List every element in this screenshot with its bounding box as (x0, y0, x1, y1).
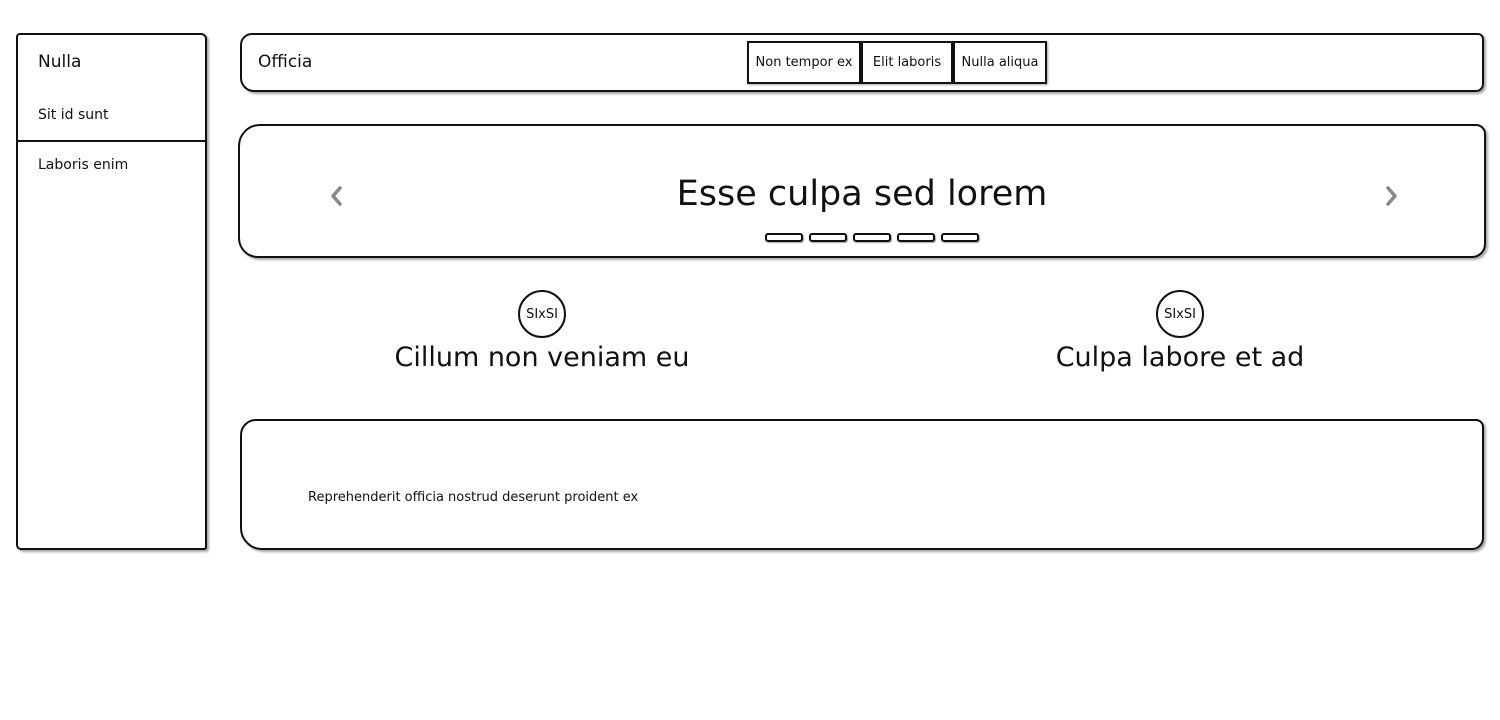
feature-title: Cillum non veniam eu (394, 342, 690, 373)
nav-button-non-tempor-ex[interactable]: Non tempor ex (747, 41, 861, 84)
carousel-indicator-5[interactable] (941, 233, 979, 242)
avatar-placeholder: SIxSI (518, 290, 566, 338)
carousel-title: Esse culpa sed lorem (676, 174, 1048, 214)
carousel-indicator-2[interactable] (809, 233, 847, 242)
nav-button-elit-laboris[interactable]: Elit laboris (861, 41, 953, 84)
feature-title: Culpa labore et ad (1055, 342, 1305, 373)
chevron-right-icon[interactable] (1378, 181, 1404, 211)
panel-text: Reprehenderit officia nostrud deserunt p… (308, 490, 639, 505)
carousel-indicator-1[interactable] (765, 233, 803, 242)
sidebar-item-sit-id-sunt[interactable]: Sit id sunt (38, 107, 108, 123)
text-panel: Reprehenderit officia nostrud deserunt p… (240, 419, 1484, 550)
carousel-indicator-4[interactable] (897, 233, 935, 242)
carousel-indicator-3[interactable] (853, 233, 891, 242)
feature-item: SIxSI Cillum non veniam eu (342, 290, 742, 373)
sidebar-title: Nulla (38, 52, 82, 72)
top-navbar: Officia Non tempor ex Elit laboris Nulla… (240, 33, 1484, 92)
sidebar: Nulla Sit id sunt Laboris enim (16, 33, 207, 550)
avatar-placeholder: SIxSI (1156, 290, 1204, 338)
nav-button-nulla-aliqua[interactable]: Nulla aliqua (953, 41, 1047, 84)
sidebar-item-laboris-enim[interactable]: Laboris enim (38, 157, 128, 173)
carousel-indicators (765, 233, 979, 242)
sidebar-divider (18, 140, 205, 142)
feature-item: SIxSI Culpa labore et ad (980, 290, 1380, 373)
navbar-brand[interactable]: Officia (258, 52, 312, 72)
carousel: Esse culpa sed lorem (238, 124, 1486, 258)
